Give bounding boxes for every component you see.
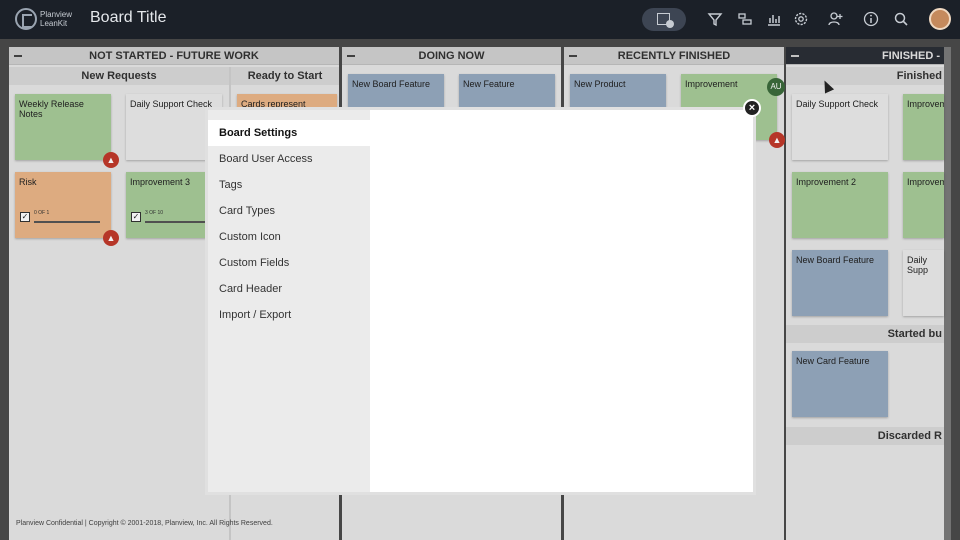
nav-board-settings[interactable]: Board Settings — [208, 120, 370, 146]
settings-nav: Board Settings Board User Access Tags Ca… — [208, 110, 370, 492]
nav-card-header[interactable]: Card Header — [208, 276, 370, 302]
nav-card-types[interactable]: Card Types — [208, 198, 370, 224]
settings-icon[interactable] — [793, 11, 809, 27]
add-user-icon[interactable] — [828, 11, 844, 27]
nav-tags[interactable]: Tags — [208, 172, 370, 198]
nav-custom-icon[interactable]: Custom Icon — [208, 224, 370, 250]
nav-board-user-access[interactable]: Board User Access — [208, 146, 370, 172]
brand-line-2: LeanKit — [40, 19, 68, 28]
info-icon[interactable] — [863, 11, 879, 27]
close-icon[interactable]: × — [743, 99, 761, 117]
brand-line-1: Planview — [40, 10, 73, 19]
analytics-icon[interactable] — [766, 11, 782, 27]
settings-content-panel — [370, 110, 753, 492]
board-settings-modal: Board Settings Board User Access Tags Ca… — [205, 107, 756, 495]
nav-import-export[interactable]: Import / Export — [208, 302, 370, 328]
board-title[interactable]: Board Title — [90, 9, 166, 27]
new-card-button[interactable] — [642, 8, 686, 31]
top-bar: Planview LeanKit Board Title — [0, 0, 960, 39]
brand-text: Planview LeanKit — [40, 10, 72, 28]
planview-logo[interactable] — [15, 8, 37, 30]
avatar[interactable] — [929, 8, 951, 30]
nav-custom-fields[interactable]: Custom Fields — [208, 250, 370, 276]
cards-icon[interactable] — [737, 11, 753, 27]
filter-icon[interactable] — [707, 11, 723, 27]
new-card-icon — [657, 13, 674, 28]
search-icon[interactable] — [893, 11, 909, 27]
